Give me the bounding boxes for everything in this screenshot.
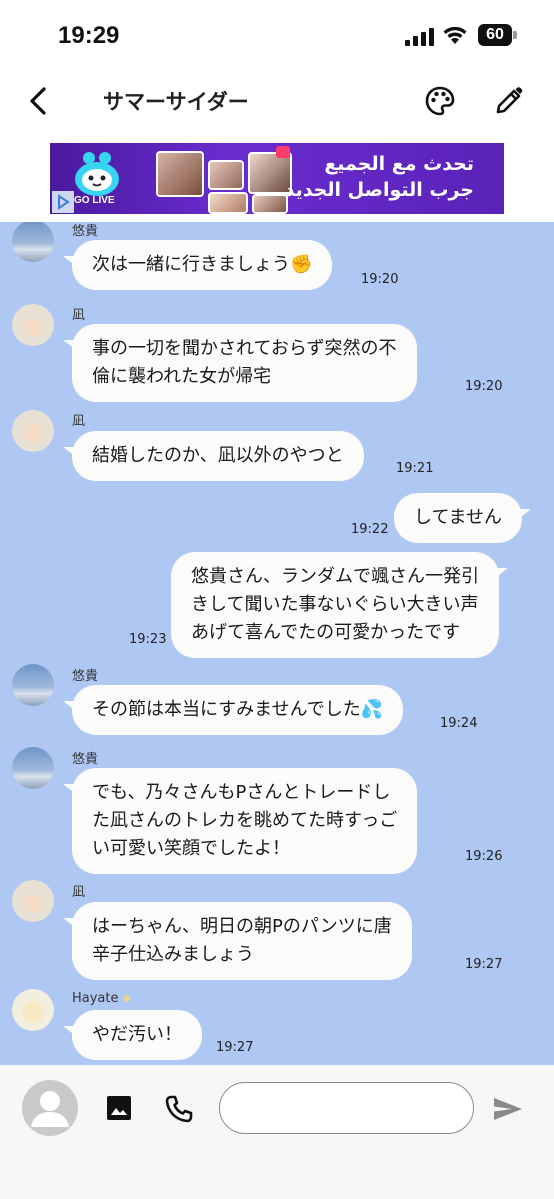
message-time: 19:22 [351, 522, 389, 537]
message-time: 19:27 [216, 1040, 254, 1055]
sender-name: 凪 [72, 414, 86, 429]
message-bubble[interactable]: 結婚したのか、凪以外のやつと [72, 431, 364, 481]
wifi-icon [443, 26, 467, 44]
ad-choices-icon[interactable] [52, 191, 74, 213]
message-time: 19:27 [465, 957, 503, 972]
message-time: 19:20 [465, 379, 503, 394]
message-bubble[interactable]: その節は本当にすみませんでした💦 [72, 685, 404, 735]
message-bubble[interactable]: はーちゃん、明日の朝Pのパンツに唐 辛子仕込みましょう [72, 902, 412, 980]
sender-avatar[interactable] [12, 304, 54, 346]
profile-avatar-icon[interactable] [22, 1080, 78, 1136]
battery-indicator: 60 [478, 24, 518, 46]
chat-header: サマーサイダー [0, 70, 554, 132]
sender-avatar[interactable] [12, 747, 54, 789]
chat-message-list[interactable]: 悠貴 次は一緒に行きましょう✊ 19:20 凪 事の一切を聞かされておらず突然の… [0, 222, 554, 1065]
status-bar: 19:29 60 [0, 0, 554, 70]
phone-icon[interactable] [164, 1094, 194, 1124]
message-time: 19:23 [129, 632, 167, 647]
palette-icon[interactable] [424, 85, 456, 117]
sender-name: 凪 [72, 885, 86, 900]
message-input[interactable] [219, 1082, 474, 1134]
sender-name: Hayate [72, 991, 119, 1006]
message-time: 19:20 [361, 272, 399, 287]
sender-avatar[interactable] [12, 989, 54, 1031]
verified-badge-icon [123, 995, 130, 1002]
battery-tip [513, 31, 517, 39]
message-time: 19:26 [465, 849, 503, 864]
chat-title: サマーサイダー [103, 90, 249, 114]
back-chevron-icon[interactable] [22, 84, 56, 118]
battery-level: 60 [478, 24, 512, 46]
edit-pencil-icon[interactable] [494, 85, 524, 117]
ad-text-line1: تحدث مع الجميع [324, 153, 474, 175]
message-time: 19:24 [440, 716, 478, 731]
message-bubble[interactable]: 悠貴さん、ランダムで颯さん一発引 きして聞いた事ないぐらい大きい声 あげて喜んで… [171, 552, 499, 658]
ad-banner[interactable]: BIGO LIVE تحدث مع الجميع جرب التواصل الج… [50, 143, 504, 214]
sender-avatar[interactable] [12, 664, 54, 706]
message-bubble[interactable]: やだ汚い！ [72, 1010, 202, 1060]
cellular-signal-icon [405, 28, 435, 46]
sender-name: 悠貴 [72, 224, 99, 239]
send-icon[interactable] [492, 1095, 524, 1123]
message-bubble[interactable]: でも、乃々さんもPさんとトレードし た凪さんのトレカを眺めてた時すっご い可愛い… [72, 768, 418, 874]
ad-text: تحدث مع الجميع جرب التواصل الجديد [264, 151, 474, 203]
message-bubble[interactable]: してません [394, 493, 523, 543]
image-icon[interactable] [105, 1094, 133, 1122]
message-input-bar [0, 1065, 554, 1199]
ad-text-line2: جرب التواصل الجديد [284, 179, 474, 201]
sender-name: 凪 [72, 308, 86, 323]
status-time: 19:29 [58, 22, 120, 49]
sender-avatar[interactable] [12, 410, 54, 452]
sender-avatar[interactable] [12, 880, 54, 922]
sender-avatar[interactable] [12, 222, 54, 262]
message-bubble[interactable]: 次は一緒に行きましょう✊ [72, 240, 333, 290]
message-bubble[interactable]: 事の一切を聞かされておらず突然の不 倫に襲われた女が帰宅 [72, 324, 417, 402]
sender-name: 悠貴 [72, 669, 99, 684]
sender-name: 悠貴 [72, 752, 99, 767]
message-time: 19:21 [396, 461, 434, 476]
